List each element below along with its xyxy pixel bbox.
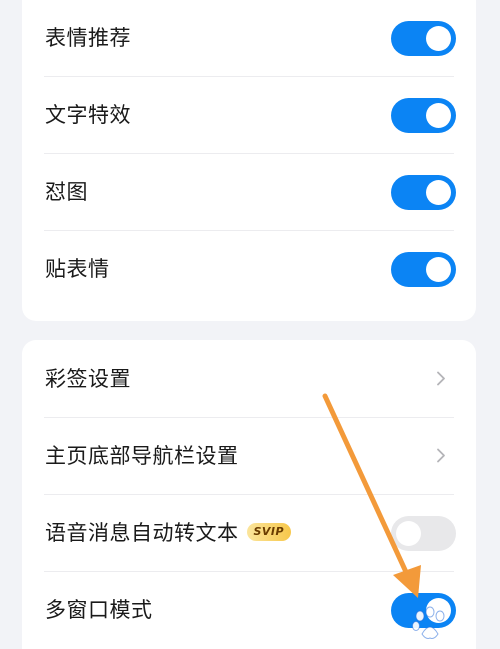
multi-window-toggle[interactable] xyxy=(391,593,456,628)
settings-row-voice-to-text[interactable]: 语音消息自动转文本 SVIP xyxy=(22,495,476,572)
settings-row-color-tags[interactable]: 彩签设置 xyxy=(22,341,476,418)
svip-badge: SVIP xyxy=(246,523,292,541)
setting-label: 主页底部导航栏设置 xyxy=(45,444,239,468)
setting-label: 文字特效 xyxy=(45,103,131,127)
settings-row-text-effects[interactable]: 文字特效 xyxy=(22,77,476,154)
emoji-recommend-toggle[interactable] xyxy=(391,21,456,56)
setting-label: 语音消息自动转文本 SVIP xyxy=(45,495,292,572)
meme-reply-toggle[interactable] xyxy=(391,175,456,210)
sticker-toggle[interactable] xyxy=(391,252,456,287)
chevron-right-icon xyxy=(437,448,445,463)
settings-row-bottom-nav[interactable]: 主页底部导航栏设置 xyxy=(22,418,476,495)
toggle-knob xyxy=(426,598,451,623)
chevron-right-icon xyxy=(437,371,445,386)
settings-row-multi-window[interactable]: 多窗口模式 xyxy=(22,572,476,649)
voice-to-text-label: 语音消息自动转文本 xyxy=(45,521,239,545)
text-effects-toggle[interactable] xyxy=(391,98,456,133)
settings-card-emoji: 表情推荐 文字特效 怼图 贴表情 xyxy=(22,0,476,321)
settings-card-general: 彩签设置 主页底部导航栏设置 语音消息自动转文本 SVIP 多窗口模式 xyxy=(22,340,476,649)
setting-label: 多窗口模式 xyxy=(45,598,153,622)
settings-screen: 表情推荐 文字特效 怼图 贴表情 彩签设置 主页底部导航栏设置 语音消息自动转文… xyxy=(0,0,500,649)
setting-label: 怼图 xyxy=(45,180,88,204)
toggle-knob xyxy=(426,180,451,205)
setting-label: 表情推荐 xyxy=(45,26,131,50)
setting-label: 彩签设置 xyxy=(45,367,131,391)
toggle-knob xyxy=(426,103,451,128)
settings-row-meme-reply[interactable]: 怼图 xyxy=(22,154,476,231)
toggle-knob xyxy=(426,26,451,51)
voice-to-text-toggle[interactable] xyxy=(391,516,456,551)
toggle-knob xyxy=(396,521,421,546)
toggle-knob xyxy=(426,257,451,282)
settings-row-emoji-recommend[interactable]: 表情推荐 xyxy=(22,0,476,77)
setting-label: 贴表情 xyxy=(45,257,110,281)
settings-row-sticker[interactable]: 贴表情 xyxy=(22,231,476,308)
